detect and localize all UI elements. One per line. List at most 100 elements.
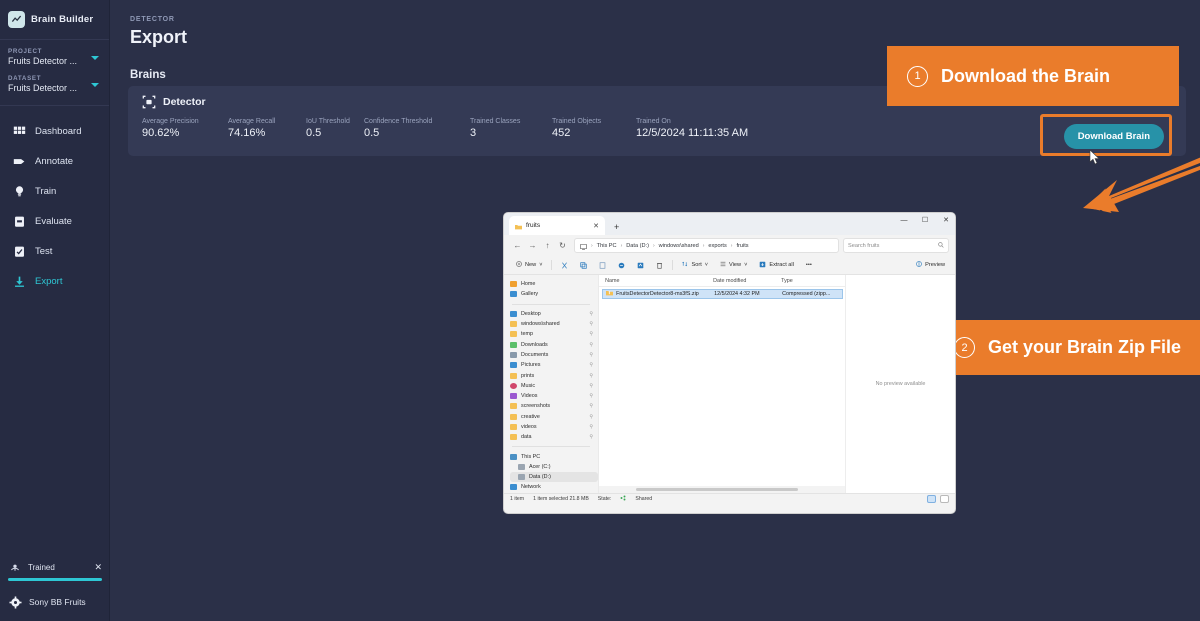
scrollbar-thumb[interactable] xyxy=(636,488,799,491)
preview-button[interactable]: Preview xyxy=(916,261,949,269)
nav-item-home[interactable]: Home xyxy=(510,279,598,289)
breadcrumb-item[interactable]: This PC xyxy=(597,243,617,249)
thumbnail-view-button[interactable] xyxy=(940,495,949,503)
sidebar-item-train[interactable]: Train xyxy=(0,176,109,206)
pin-icon[interactable]: ⚲ xyxy=(589,383,593,389)
nav-item-downloads[interactable]: Downloads ⚲ xyxy=(510,339,598,349)
pin-icon[interactable]: ⚲ xyxy=(589,424,593,430)
nav-item-videos[interactable]: Videos ⚲ xyxy=(510,391,598,401)
paste-icon[interactable] xyxy=(593,261,612,269)
copy-icon[interactable] xyxy=(574,261,593,269)
chart-logo-icon xyxy=(8,11,25,28)
column-header-date-modified[interactable]: Date modified xyxy=(713,278,781,284)
column-header-name[interactable]: Name xyxy=(605,278,713,284)
horizontal-scrollbar[interactable] xyxy=(599,486,846,493)
view-button[interactable]: View ˅ xyxy=(714,261,753,269)
download-brain-button[interactable]: Download Brain xyxy=(1063,124,1164,149)
pin-icon[interactable]: ⚲ xyxy=(589,393,593,399)
nav-item-videos-folder[interactable]: videos ⚲ xyxy=(510,422,598,432)
metric-label: Confidence Threshold xyxy=(364,118,433,125)
sidebar: Brain Builder PROJECT Fruits Detector ..… xyxy=(0,0,110,621)
extract-all-button[interactable]: Extract all xyxy=(753,261,800,270)
nav-item-temp[interactable]: temp ⚲ xyxy=(510,329,598,339)
chevron-down-icon[interactable] xyxy=(91,56,99,60)
sidebar-item-annotate[interactable]: Annotate xyxy=(0,146,109,176)
details-view-button[interactable] xyxy=(927,495,936,503)
close-icon[interactable]: ✕ xyxy=(94,562,102,573)
chevron-down-icon[interactable] xyxy=(91,83,99,87)
nav-item-pictures[interactable]: Pictures ⚲ xyxy=(510,360,598,370)
breadcrumb-item[interactable]: windows\shared xyxy=(659,243,699,249)
sidebar-item-test[interactable]: Test xyxy=(0,236,109,266)
pin-icon[interactable]: ⚲ xyxy=(589,362,593,368)
folder-icon xyxy=(510,434,517,441)
rename-icon[interactable] xyxy=(612,262,631,269)
project-selector[interactable]: PROJECT Fruits Detector ... xyxy=(8,48,101,66)
nav-item-screenshots[interactable]: screenshots ⚲ xyxy=(510,401,598,411)
pin-icon[interactable]: ⚲ xyxy=(589,414,593,420)
sidebar-item-dashboard[interactable]: Dashboard xyxy=(0,116,109,146)
sort-button[interactable]: Sort ˅ xyxy=(676,261,714,269)
share-icon[interactable] xyxy=(631,262,650,269)
mouse-cursor-icon xyxy=(1089,150,1100,165)
up-icon[interactable]: ↑ xyxy=(540,241,555,250)
metric-average-precision: Average Precision 90.62% xyxy=(142,118,228,139)
sidebar-item-evaluate[interactable]: Evaluate xyxy=(0,206,109,236)
new-tab-button[interactable]: + xyxy=(614,222,619,232)
maximize-icon[interactable]: ☐ xyxy=(920,216,930,224)
minimize-icon[interactable]: — xyxy=(899,217,909,224)
nav-item-desktop[interactable]: Desktop ⚲ xyxy=(510,309,598,319)
pin-icon[interactable]: ⚲ xyxy=(589,352,593,358)
dataset-selector[interactable]: DATASET Fruits Detector ... xyxy=(8,75,101,93)
checklist-icon xyxy=(12,244,26,258)
nav-item-creative[interactable]: creative ⚲ xyxy=(510,412,598,422)
back-icon[interactable]: ← xyxy=(510,241,525,250)
column-header-type[interactable]: Type xyxy=(781,278,841,284)
refresh-icon[interactable]: ↻ xyxy=(555,241,570,250)
nav-item-network[interactable]: Network xyxy=(510,482,598,492)
pin-icon[interactable]: ⚲ xyxy=(589,331,593,337)
breadcrumb[interactable]: › This PC › Data (D:) › windows\shared ›… xyxy=(574,238,839,253)
metric-value: 0.5 xyxy=(306,127,322,139)
breadcrumb-item[interactable]: exports xyxy=(708,243,726,249)
forward-icon[interactable]: → xyxy=(525,241,540,250)
nav-item-gallery[interactable]: Gallery xyxy=(510,289,598,299)
brand[interactable]: Brain Builder xyxy=(0,0,109,40)
search-input[interactable]: Search fruits xyxy=(843,238,949,253)
pin-icon[interactable]: ⚲ xyxy=(589,373,593,379)
breadcrumb-item[interactable]: Data (D:) xyxy=(626,243,649,249)
file-row[interactable]: FruitsDetectorDetector8-ms3fS.zip 12/5/2… xyxy=(602,289,844,299)
new-button[interactable]: New ˅ xyxy=(510,261,548,269)
brand-name: Brain Builder xyxy=(31,14,94,25)
search-placeholder: Search fruits xyxy=(848,242,880,249)
gallery-icon xyxy=(510,291,517,298)
delete-icon[interactable] xyxy=(650,262,669,269)
file-explorer-window[interactable]: fruits ✕ + — ☐ ✕ ← → ↑ ↻ › This PC › Dat… xyxy=(503,212,956,514)
sidebar-item-export[interactable]: Export xyxy=(0,266,109,296)
close-icon[interactable]: ✕ xyxy=(593,222,599,230)
nav-item-data[interactable]: data ⚲ xyxy=(510,432,598,442)
nav-item-acer-c[interactable]: Acer (C:) xyxy=(510,462,598,472)
overflow-button[interactable]: ••• xyxy=(800,262,818,268)
pin-icon[interactable]: ⚲ xyxy=(589,403,593,409)
pin-icon[interactable]: ⚲ xyxy=(589,434,593,440)
gear-icon[interactable] xyxy=(8,595,22,609)
nav-item-music[interactable]: Music ⚲ xyxy=(510,381,598,391)
training-status-icon xyxy=(8,560,22,574)
account-row[interactable]: Sony BB Fruits xyxy=(8,589,102,615)
crumb-separator: › xyxy=(620,242,623,249)
nav-item-prints[interactable]: prints ⚲ xyxy=(510,370,598,380)
cut-icon[interactable] xyxy=(555,261,574,269)
breadcrumb-item[interactable]: fruits xyxy=(736,243,748,249)
sidebar-item-label: Test xyxy=(35,245,53,257)
pin-icon[interactable]: ⚲ xyxy=(589,321,593,327)
nav-item-windows-shared[interactable]: windows\shared ⚲ xyxy=(510,319,598,329)
file-name: FruitsDetectorDetector8-ms3fS.zip xyxy=(616,291,699,297)
explorer-tab-fruits[interactable]: fruits ✕ xyxy=(509,216,605,235)
pin-icon[interactable]: ⚲ xyxy=(589,342,593,348)
nav-item-data-d[interactable]: Data (D:) xyxy=(510,472,599,483)
close-icon[interactable]: ✕ xyxy=(941,216,951,224)
nav-item-documents[interactable]: Documents ⚲ xyxy=(510,350,598,360)
pin-icon[interactable]: ⚲ xyxy=(589,311,593,317)
nav-item-this-pc[interactable]: This PC xyxy=(510,451,598,461)
